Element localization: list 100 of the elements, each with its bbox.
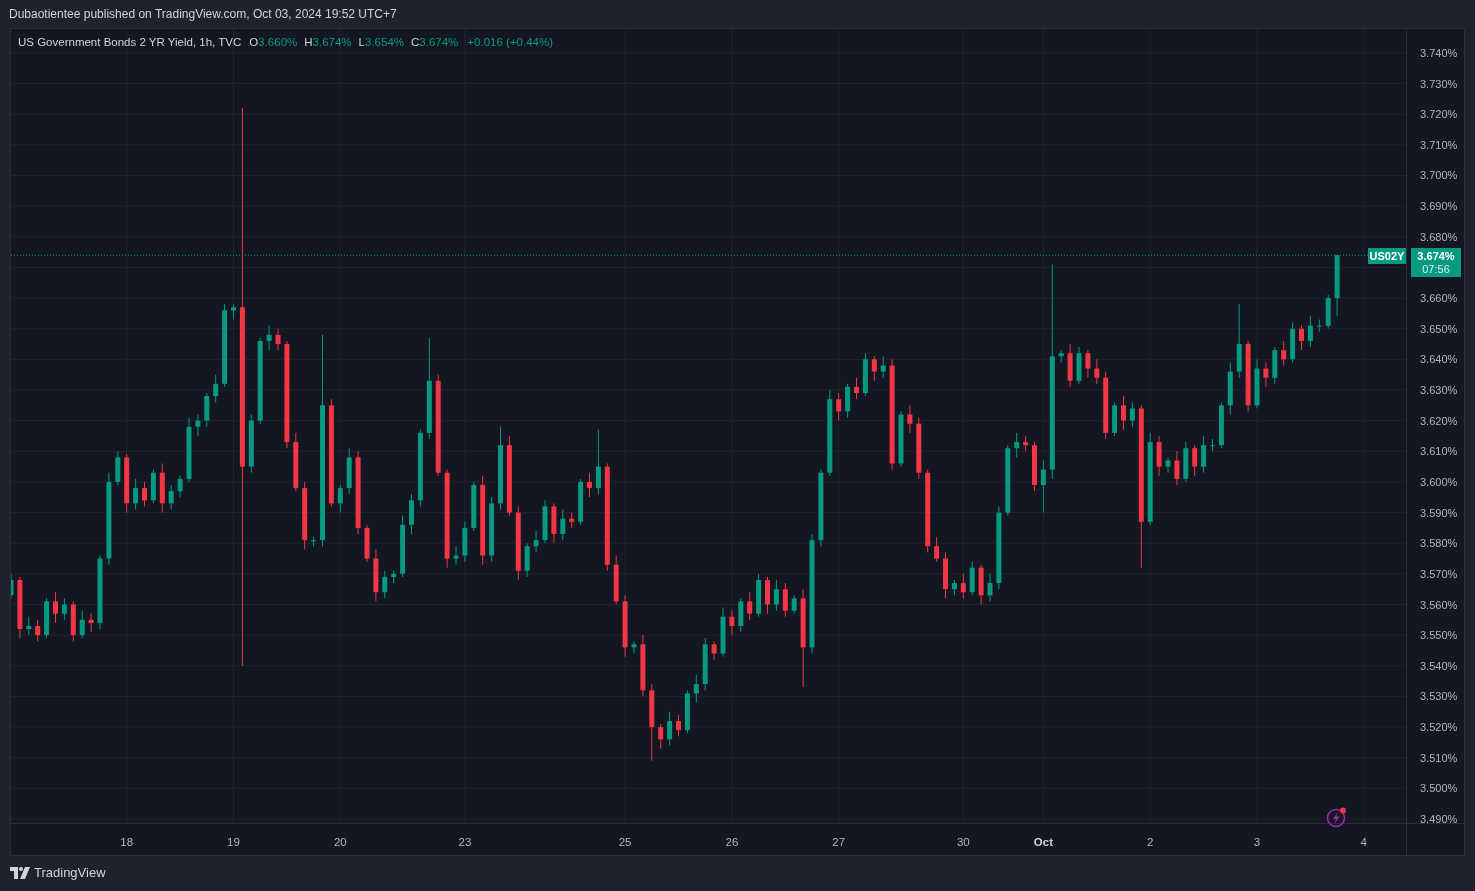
price-axis-label: 3.740% bbox=[1420, 45, 1458, 60]
time-axis-label: 20 bbox=[333, 835, 347, 850]
candle bbox=[836, 392, 842, 422]
time-axis-label: 2 bbox=[1147, 835, 1154, 850]
candle bbox=[595, 429, 601, 495]
time-axis-label: 3 bbox=[1253, 835, 1261, 850]
candle bbox=[1112, 401, 1118, 437]
candle bbox=[1023, 435, 1029, 452]
time-axis-label: Oct bbox=[1033, 835, 1053, 850]
candle bbox=[524, 542, 530, 578]
symbol-title: US Government Bonds 2 YR Yield, 1h, TVC bbox=[18, 35, 242, 50]
time-axis-label: 19 bbox=[227, 835, 240, 850]
candle bbox=[916, 417, 922, 480]
candle bbox=[1094, 358, 1100, 385]
candle bbox=[70, 600, 76, 642]
candle bbox=[729, 610, 735, 636]
candle bbox=[26, 616, 32, 636]
candle bbox=[248, 414, 254, 474]
ohlc-value: 3.654% bbox=[365, 35, 405, 50]
candle bbox=[61, 597, 67, 621]
candle bbox=[1067, 343, 1073, 388]
candle bbox=[1014, 432, 1020, 458]
candle bbox=[951, 579, 957, 596]
price-axis-label: 3.730% bbox=[1420, 76, 1458, 91]
candle bbox=[569, 512, 575, 529]
candle bbox=[533, 530, 539, 553]
time-axis-label: 18 bbox=[120, 835, 134, 850]
candle bbox=[862, 352, 868, 397]
candle bbox=[1245, 340, 1251, 412]
candle bbox=[880, 355, 886, 379]
price-axis-label: 3.600% bbox=[1420, 474, 1458, 489]
candle bbox=[791, 594, 797, 615]
price-axis-label: 3.680% bbox=[1420, 229, 1458, 244]
candle bbox=[44, 597, 50, 639]
candle bbox=[462, 521, 468, 563]
candle bbox=[1032, 441, 1037, 492]
candle bbox=[1183, 441, 1189, 483]
price-axis-label: 3.570% bbox=[1420, 566, 1458, 581]
candle bbox=[168, 484, 174, 510]
candle bbox=[88, 613, 94, 633]
price-axis-label: 3.580% bbox=[1420, 536, 1458, 551]
candle bbox=[1076, 346, 1082, 385]
candle bbox=[79, 610, 85, 639]
candle bbox=[1281, 340, 1287, 366]
time-axis-label: 27 bbox=[832, 835, 846, 850]
candle bbox=[159, 463, 165, 514]
candle bbox=[987, 573, 993, 602]
time-axis-label: 4 bbox=[1360, 835, 1367, 850]
candle bbox=[177, 475, 183, 498]
ohlc-label: L bbox=[358, 35, 365, 50]
change-value: +0.016 (+0.44%) bbox=[467, 35, 554, 50]
candle bbox=[658, 723, 664, 749]
candle bbox=[53, 591, 58, 624]
candle bbox=[1085, 349, 1091, 379]
candle bbox=[1192, 444, 1198, 477]
candle bbox=[551, 502, 557, 544]
candle bbox=[1334, 254, 1340, 317]
candle bbox=[409, 493, 414, 535]
candle bbox=[702, 637, 708, 691]
candle bbox=[854, 377, 859, 400]
candle bbox=[124, 453, 130, 514]
symbol-tag: US02Y bbox=[1368, 248, 1406, 264]
candle bbox=[35, 619, 41, 642]
candle bbox=[1227, 361, 1233, 415]
price-axis-label: 3.690% bbox=[1420, 199, 1458, 214]
candle bbox=[1272, 346, 1278, 385]
candle bbox=[142, 481, 147, 507]
candle bbox=[1174, 450, 1180, 486]
candle bbox=[684, 689, 690, 734]
candle bbox=[898, 410, 904, 468]
candle bbox=[302, 481, 308, 550]
candle bbox=[11, 573, 14, 599]
candle bbox=[195, 414, 201, 437]
candle bbox=[765, 576, 770, 615]
candle bbox=[756, 573, 762, 618]
price-axis-label: 3.590% bbox=[1420, 505, 1458, 520]
candle bbox=[337, 484, 343, 514]
time-axis-label: 25 bbox=[618, 835, 632, 850]
candle bbox=[150, 469, 156, 504]
last-price-tag: 3.674% 07:56 bbox=[1411, 248, 1461, 277]
ohlc-label: H bbox=[304, 35, 313, 50]
candle bbox=[613, 555, 619, 605]
price-axis-label: 3.710% bbox=[1420, 137, 1458, 152]
candle bbox=[711, 640, 717, 661]
price-axis-label: 3.610% bbox=[1420, 444, 1458, 459]
candle bbox=[622, 594, 628, 658]
candle bbox=[676, 714, 681, 737]
candle bbox=[738, 597, 744, 633]
candle bbox=[1156, 435, 1162, 477]
candle bbox=[1040, 460, 1046, 514]
candle bbox=[471, 481, 477, 532]
price-axis-label: 3.510% bbox=[1420, 750, 1458, 765]
candle bbox=[1210, 438, 1215, 452]
lightning-alert-icon[interactable] bbox=[1326, 806, 1348, 828]
published-caption: Dubaotientee published on TradingView.com, Oct 03, 2024 19:52 UTC+7 bbox=[9, 6, 397, 23]
candle bbox=[382, 570, 388, 599]
candle bbox=[364, 524, 370, 563]
price-axis-label: 3.720% bbox=[1420, 107, 1458, 122]
ohlc-value: 3.674% bbox=[419, 35, 459, 50]
candle bbox=[978, 564, 984, 605]
